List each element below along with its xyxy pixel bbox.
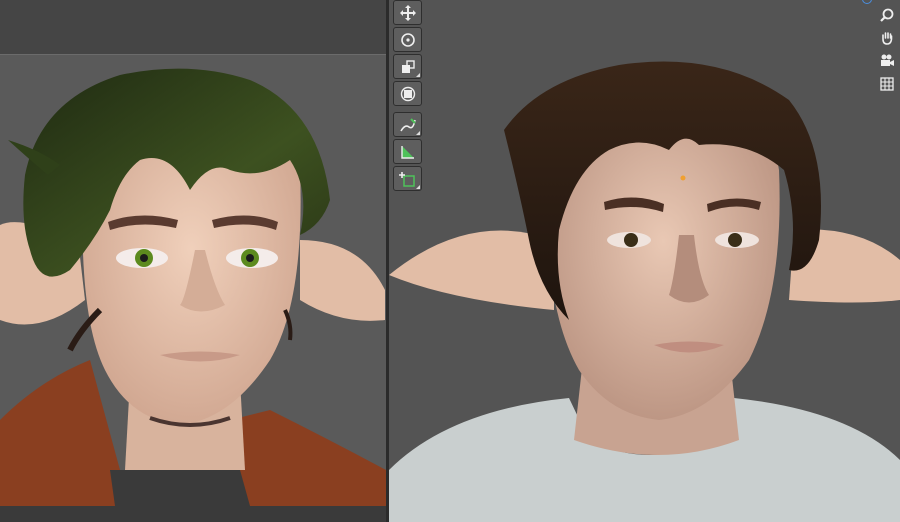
camera-view-button[interactable] <box>876 51 898 71</box>
right-viewport[interactable] <box>389 0 900 522</box>
transform-tool-button[interactable] <box>393 81 422 106</box>
zoom-button[interactable] <box>876 5 898 25</box>
camera-icon <box>881 54 894 66</box>
annotate-tool-button[interactable] <box>393 112 422 137</box>
move-tool-button[interactable] <box>393 0 422 25</box>
measure-tool-button[interactable] <box>393 139 422 164</box>
zoom-icon <box>880 8 894 22</box>
scale-icon <box>401 59 415 73</box>
scale-tool-button[interactable] <box>393 54 422 79</box>
pan-button[interactable] <box>876 28 898 48</box>
ortho-grid-button[interactable] <box>876 74 898 94</box>
left-viewport-footer <box>0 506 386 522</box>
add-cube-tool-button[interactable] <box>393 166 422 191</box>
grid-view-icon <box>880 77 894 91</box>
elf-render-left <box>0 55 386 506</box>
rotate-tool-button[interactable] <box>393 27 422 52</box>
move-icon <box>399 4 416 21</box>
rotate-icon <box>400 32 415 47</box>
hand-pan-icon <box>882 32 893 45</box>
elf-model-right <box>389 61 900 522</box>
add-cube-icon <box>398 171 415 187</box>
annotate-icon <box>399 117 416 131</box>
left-viewport[interactable] <box>0 0 386 522</box>
measure-icon <box>400 145 414 159</box>
transform-icon <box>400 86 415 101</box>
